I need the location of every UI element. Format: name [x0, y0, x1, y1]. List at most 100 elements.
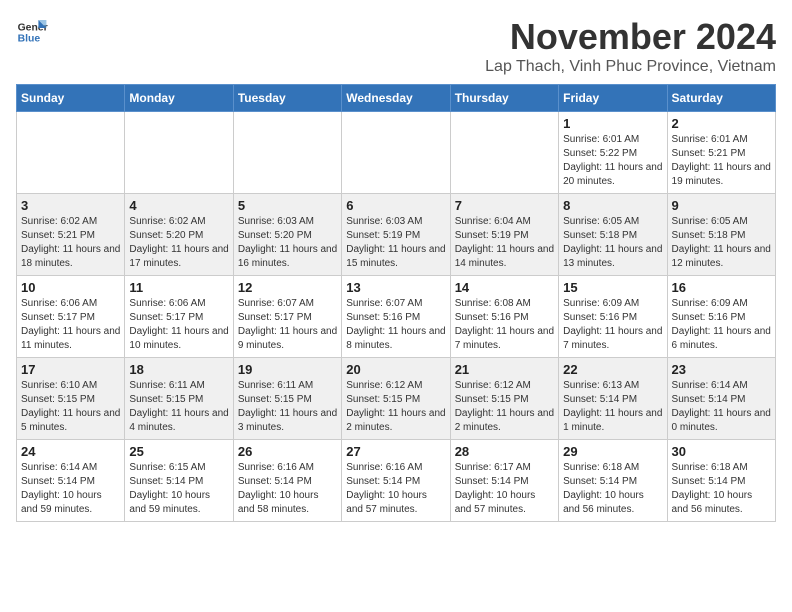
day-number: 4 [129, 198, 228, 213]
calendar-day-cell: 24 Sunrise: 6:14 AM Sunset: 5:14 PM Dayli… [17, 440, 125, 522]
day-info: Sunrise: 6:16 AM Sunset: 5:14 PM Dayligh… [346, 461, 445, 517]
calendar-day-cell: 1Sunrise: 6:01 AM Sunset: 5:22 PM Daylig… [559, 112, 667, 194]
day-number: 11 [129, 280, 228, 295]
calendar-day-cell: 3Sunrise: 6:02 AM Sunset: 5:21 PM Daylig… [17, 194, 125, 276]
day-number: 28 [455, 444, 554, 459]
calendar-day-cell: 19 Sunrise: 6:11 AM Sunset: 5:15 PM Dayli… [233, 358, 341, 440]
day-info: Sunrise: 6:11 AM Sunset: 5:15 PM Dayligh… [238, 379, 337, 435]
day-info: Sunrise: 6:06 AM Sunset: 5:17 PM Dayligh… [129, 297, 228, 353]
calendar-day-cell: 21 Sunrise: 6:12 AM Sunset: 5:15 PM Dayli… [450, 358, 558, 440]
day-info: Sunrise: 6:15 AM Sunset: 5:14 PM Dayligh… [129, 461, 228, 517]
day-number: 30 [672, 444, 771, 459]
day-info: Sunrise: 6:03 AM Sunset: 5:20 PM Dayligh… [238, 215, 337, 271]
weekday-header: Tuesday [233, 85, 341, 112]
day-info: Sunrise: 6:18 AM Sunset: 5:14 PM Dayligh… [563, 461, 662, 517]
day-number: 22 [563, 362, 662, 377]
day-number: 23 [672, 362, 771, 377]
day-number: 20 [346, 362, 445, 377]
weekday-header: Monday [125, 85, 233, 112]
month-title: November 2024 [485, 16, 776, 58]
logo-icon: General Blue [16, 16, 48, 48]
day-info: Sunrise: 6:03 AM Sunset: 5:19 PM Dayligh… [346, 215, 445, 271]
day-number: 14 [455, 280, 554, 295]
calendar-day-cell: 15 Sunrise: 6:09 AM Sunset: 5:16 PM Dayli… [559, 276, 667, 358]
day-info: Sunrise: 6:12 AM Sunset: 5:15 PM Dayligh… [455, 379, 554, 435]
day-number: 24 [21, 444, 120, 459]
day-number: 8 [563, 198, 662, 213]
calendar-day-cell [342, 112, 450, 194]
day-number: 25 [129, 444, 228, 459]
day-info: Sunrise: 6:07 AM Sunset: 5:16 PM Dayligh… [346, 297, 445, 353]
day-info: Sunrise: 6:06 AM Sunset: 5:17 PM Dayligh… [21, 297, 120, 353]
calendar-day-cell: 6 Sunrise: 6:03 AM Sunset: 5:19 PM Daylig… [342, 194, 450, 276]
day-info: Sunrise: 6:16 AM Sunset: 5:14 PM Dayligh… [238, 461, 337, 517]
day-number: 10 [21, 280, 120, 295]
day-info: Sunrise: 6:07 AM Sunset: 5:17 PM Dayligh… [238, 297, 337, 353]
day-number: 19 [238, 362, 337, 377]
calendar-day-cell: 20 Sunrise: 6:12 AM Sunset: 5:15 PM Dayli… [342, 358, 450, 440]
day-number: 13 [346, 280, 445, 295]
day-info: Sunrise: 6:04 AM Sunset: 5:19 PM Dayligh… [455, 215, 554, 271]
calendar-day-cell: 9Sunrise: 6:05 AM Sunset: 5:18 PM Daylig… [667, 194, 775, 276]
day-number: 26 [238, 444, 337, 459]
day-number: 27 [346, 444, 445, 459]
calendar-table: SundayMondayTuesdayWednesdayThursdayFrid… [16, 84, 776, 522]
day-info: Sunrise: 6:14 AM Sunset: 5:14 PM Dayligh… [21, 461, 120, 517]
day-info: Sunrise: 6:18 AM Sunset: 5:14 PM Dayligh… [672, 461, 771, 517]
calendar-day-cell [125, 112, 233, 194]
calendar-day-cell: 22 Sunrise: 6:13 AM Sunset: 5:14 PM Dayli… [559, 358, 667, 440]
calendar-day-cell: 17 Sunrise: 6:10 AM Sunset: 5:15 PM Dayli… [17, 358, 125, 440]
day-number: 7 [455, 198, 554, 213]
day-number: 29 [563, 444, 662, 459]
day-info: Sunrise: 6:02 AM Sunset: 5:21 PM Dayligh… [21, 215, 120, 271]
day-number: 5 [238, 198, 337, 213]
day-number: 17 [21, 362, 120, 377]
page-header: General Blue General Blue November 2024 … [16, 16, 776, 76]
location-title: Lap Thach, Vinh Phuc Province, Vietnam [485, 58, 776, 76]
calendar-day-cell: 18 Sunrise: 6:11 AM Sunset: 5:15 PM Dayli… [125, 358, 233, 440]
weekday-header: Friday [559, 85, 667, 112]
calendar-day-cell: 2Sunrise: 6:01 AM Sunset: 5:21 PM Daylig… [667, 112, 775, 194]
title-section: November 2024 Lap Thach, Vinh Phuc Provi… [485, 16, 776, 76]
calendar-day-cell [17, 112, 125, 194]
day-number: 9 [672, 198, 771, 213]
calendar-day-cell [450, 112, 558, 194]
day-number: 15 [563, 280, 662, 295]
day-info: Sunrise: 6:02 AM Sunset: 5:20 PM Dayligh… [129, 215, 228, 271]
day-info: Sunrise: 6:11 AM Sunset: 5:15 PM Dayligh… [129, 379, 228, 435]
calendar-day-cell: 23 Sunrise: 6:14 AM Sunset: 5:14 PM Dayli… [667, 358, 775, 440]
header-row: SundayMondayTuesdayWednesdayThursdayFrid… [17, 85, 776, 112]
calendar-day-cell: 14 Sunrise: 6:08 AM Sunset: 5:16 PM Dayli… [450, 276, 558, 358]
calendar-day-cell: 25 Sunrise: 6:15 AM Sunset: 5:14 PM Dayli… [125, 440, 233, 522]
calendar-day-cell: 10 Sunrise: 6:06 AM Sunset: 5:17 PM Dayli… [17, 276, 125, 358]
day-info: Sunrise: 6:08 AM Sunset: 5:16 PM Dayligh… [455, 297, 554, 353]
calendar-week-row: 1Sunrise: 6:01 AM Sunset: 5:22 PM Daylig… [17, 112, 776, 194]
weekday-header: Thursday [450, 85, 558, 112]
day-info: Sunrise: 6:09 AM Sunset: 5:16 PM Dayligh… [563, 297, 662, 353]
day-number: 21 [455, 362, 554, 377]
day-info: Sunrise: 6:12 AM Sunset: 5:15 PM Dayligh… [346, 379, 445, 435]
day-number: 18 [129, 362, 228, 377]
day-info: Sunrise: 6:05 AM Sunset: 5:18 PM Dayligh… [563, 215, 662, 271]
day-number: 12 [238, 280, 337, 295]
calendar-day-cell: 4 Sunrise: 6:02 AM Sunset: 5:20 PM Daylig… [125, 194, 233, 276]
weekday-header: Wednesday [342, 85, 450, 112]
calendar-day-cell: 13 Sunrise: 6:07 AM Sunset: 5:16 PM Dayli… [342, 276, 450, 358]
day-number: 16 [672, 280, 771, 295]
day-info: Sunrise: 6:13 AM Sunset: 5:14 PM Dayligh… [563, 379, 662, 435]
calendar-week-row: 24 Sunrise: 6:14 AM Sunset: 5:14 PM Dayli… [17, 440, 776, 522]
calendar-day-cell: 30 Sunrise: 6:18 AM Sunset: 5:14 PM Dayli… [667, 440, 775, 522]
svg-text:Blue: Blue [18, 34, 41, 45]
day-number: 2 [672, 116, 771, 131]
day-info: Sunrise: 6:09 AM Sunset: 5:16 PM Dayligh… [672, 297, 771, 353]
calendar-day-cell: 27 Sunrise: 6:16 AM Sunset: 5:14 PM Dayli… [342, 440, 450, 522]
day-info: Sunrise: 6:14 AM Sunset: 5:14 PM Dayligh… [672, 379, 771, 435]
weekday-header: Saturday [667, 85, 775, 112]
calendar-day-cell: 16 Sunrise: 6:09 AM Sunset: 5:16 PM Dayli… [667, 276, 775, 358]
calendar-day-cell: 28Sunrise: 6:17 AM Sunset: 5:14 PM Dayli… [450, 440, 558, 522]
calendar-day-cell: 7 Sunrise: 6:04 AM Sunset: 5:19 PM Daylig… [450, 194, 558, 276]
day-number: 6 [346, 198, 445, 213]
calendar-day-cell: 29 Sunrise: 6:18 AM Sunset: 5:14 PM Dayli… [559, 440, 667, 522]
day-info: Sunrise: 6:10 AM Sunset: 5:15 PM Dayligh… [21, 379, 120, 435]
day-info: Sunrise: 6:01 AM Sunset: 5:22 PM Dayligh… [563, 133, 662, 189]
